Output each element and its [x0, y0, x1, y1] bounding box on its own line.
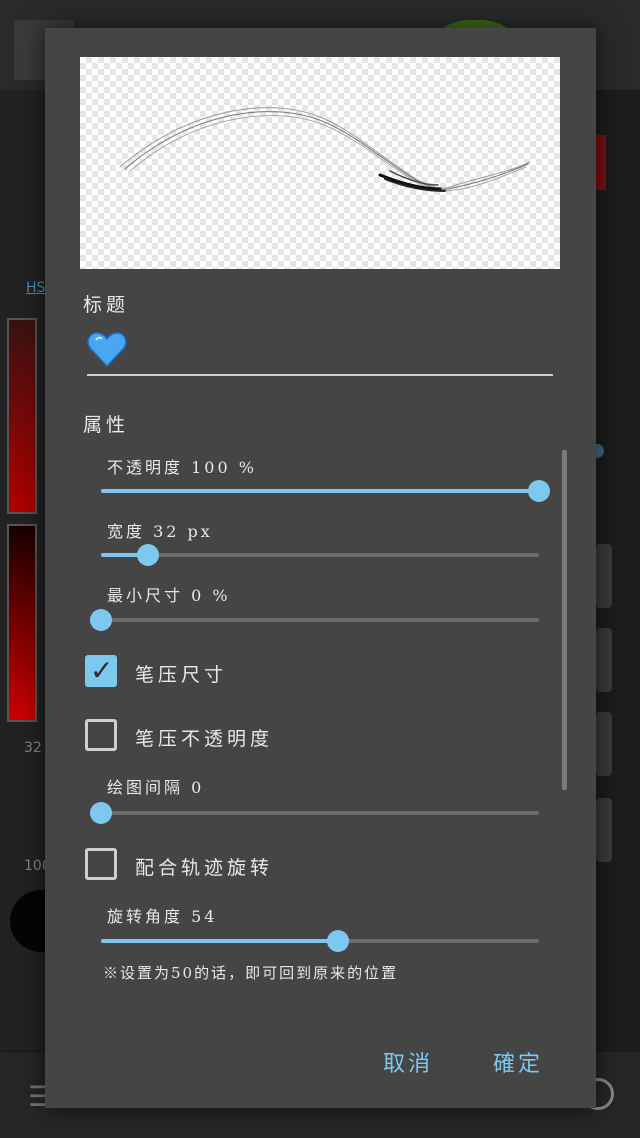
right-panel-item[interactable] — [596, 798, 612, 862]
title-label: 标题 — [83, 294, 130, 316]
title-input[interactable] — [87, 328, 553, 376]
blue-heart-icon — [87, 332, 127, 368]
draw-spacing-slider-thumb[interactable] — [90, 802, 112, 824]
screen: HS 32 100 ☰ 标题 属性 不透明度 100 % 宽度 32 px 最小… — [0, 0, 640, 1138]
cancel-button[interactable]: 取消 — [383, 1046, 433, 1078]
right-panel-item[interactable] — [596, 628, 612, 692]
size-slider-bar[interactable] — [7, 318, 37, 514]
pen-pressure-opacity-checkbox[interactable] — [85, 719, 117, 751]
width-label: 宽度 32 px — [107, 522, 213, 541]
follow-track-rotation-label: 配合轨迹旋转 — [135, 857, 274, 879]
size-value: 32 — [24, 740, 42, 756]
brush-stroke-preview — [80, 57, 560, 269]
rotation-angle-slider[interactable] — [101, 926, 539, 956]
draw-spacing-slider[interactable] — [90, 798, 539, 828]
brush-settings-dialog: 标题 属性 不透明度 100 % 宽度 32 px 最小尺寸 0 % ✓ 笔压尺… — [45, 28, 596, 1108]
pen-pressure-opacity-label: 笔压不透明度 — [135, 728, 274, 750]
width-slider[interactable] — [101, 540, 539, 570]
dialog-scrollbar[interactable] — [562, 450, 567, 790]
min-size-label: 最小尺寸 0 % — [107, 586, 231, 605]
pen-pressure-size-checkbox[interactable]: ✓ — [85, 654, 117, 687]
follow-track-rotation-checkbox[interactable] — [85, 848, 117, 880]
right-tab[interactable] — [596, 135, 606, 190]
width-slider-thumb[interactable] — [136, 544, 159, 566]
opacity-slider-thumb[interactable] — [528, 480, 550, 502]
checkmark-icon: ✓ — [90, 654, 114, 687]
rotation-angle-label: 旋转角度 54 — [107, 907, 218, 926]
rotation-angle-slider-thumb[interactable] — [326, 930, 349, 952]
min-size-slider[interactable] — [90, 605, 539, 635]
rotation-note: ※设置为50的话，即可回到原来的位置 — [103, 964, 399, 982]
properties-label: 属性 — [83, 414, 130, 436]
stroke-preview-graphic — [119, 107, 531, 192]
right-panel-item[interactable] — [596, 544, 612, 608]
right-panel-item[interactable] — [596, 712, 612, 776]
draw-spacing-label: 绘图间隔 0 — [107, 778, 205, 797]
opacity-slider-bar[interactable] — [7, 524, 37, 722]
pen-pressure-size-label: 笔压尺寸 — [135, 664, 228, 686]
min-size-slider-thumb[interactable] — [90, 609, 112, 631]
opacity-label: 不透明度 100 % — [107, 458, 257, 477]
opacity-slider[interactable] — [101, 476, 550, 506]
hs-link[interactable]: HS — [26, 280, 45, 296]
ok-button[interactable]: 確定 — [493, 1046, 543, 1078]
